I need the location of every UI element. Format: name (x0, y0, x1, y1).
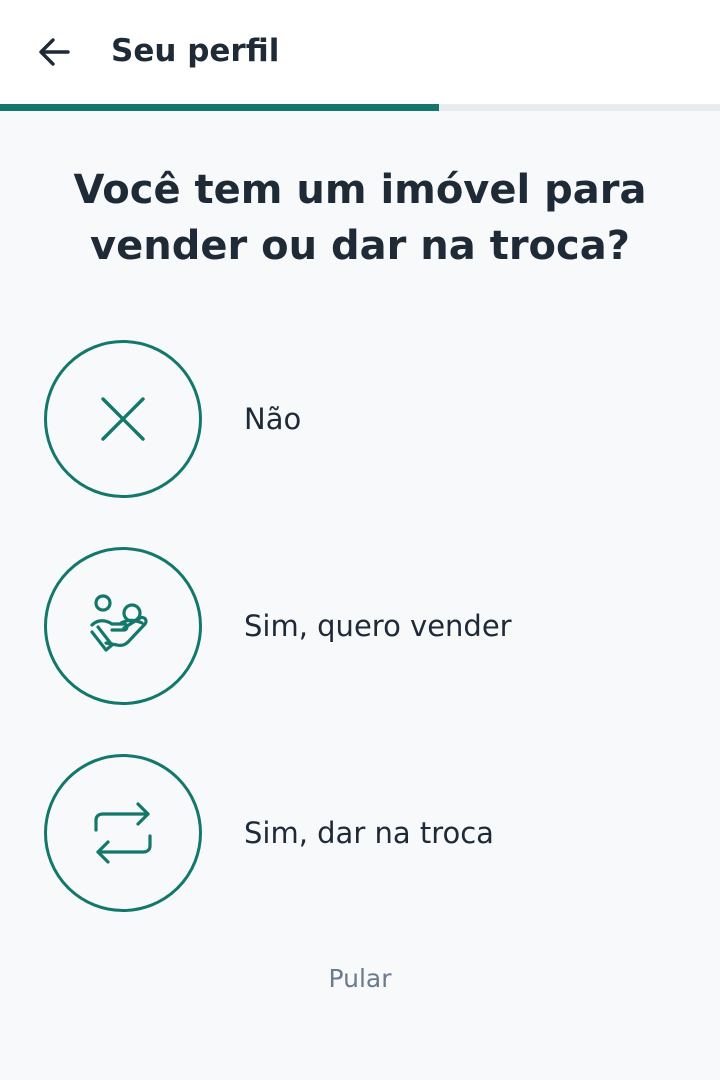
option-sell-label: Sim, quero vender (244, 609, 512, 643)
option-sell-circle (44, 547, 202, 705)
option-no-label: Não (244, 402, 302, 436)
option-trade-label: Sim, dar na troca (244, 816, 494, 850)
progress-fill (0, 104, 440, 111)
back-button[interactable] (30, 30, 78, 74)
question-heading: Você tem um imóvel para vender ou dar na… (73, 167, 647, 269)
progress-bar (0, 104, 720, 111)
close-x-icon (101, 397, 145, 441)
arrow-left-icon (39, 38, 70, 66)
app-header: Seu perfil (0, 0, 720, 104)
skip-button[interactable]: Pular (0, 964, 720, 993)
option-sell[interactable]: Sim, quero vender (44, 545, 684, 707)
option-no-circle (44, 340, 202, 498)
option-trade[interactable]: Sim, dar na troca (44, 752, 684, 914)
hand-holding-people-icon (90, 594, 148, 652)
swap-arrows-icon (94, 802, 152, 864)
page-title: Seu perfil (111, 33, 280, 69)
option-no[interactable]: Não (44, 338, 684, 500)
option-trade-circle (44, 754, 202, 912)
